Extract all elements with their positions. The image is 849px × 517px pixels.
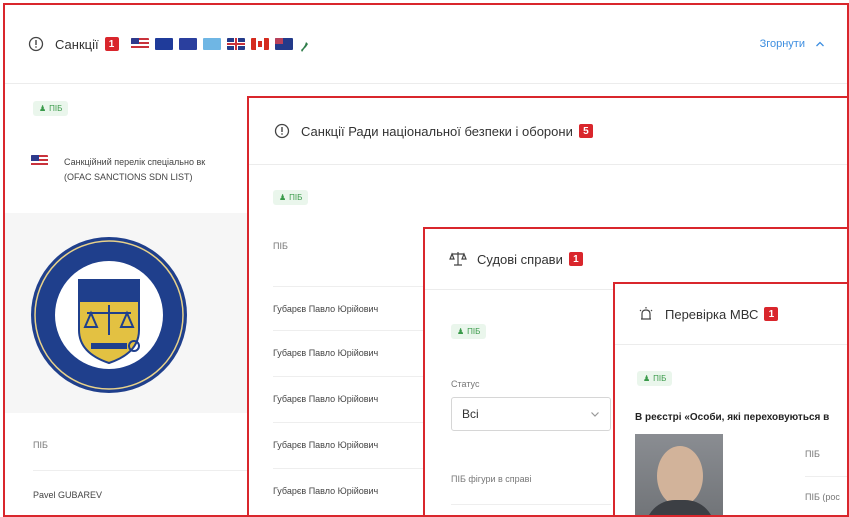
nsdc-column-label: ПІБ bbox=[273, 241, 288, 251]
sdn-field-value: Pavel GUBAREV bbox=[33, 490, 103, 500]
registry-text: В реєстрі «Особи, які переховуються в bbox=[635, 412, 830, 423]
person-photo bbox=[635, 434, 723, 515]
person-icon: ♟ bbox=[39, 104, 47, 113]
case-figure-search-label: ПІБ фігури в справі bbox=[451, 474, 532, 484]
sanctions-header: Санкції 1 Згорнути bbox=[5, 5, 847, 84]
canada-flag-icon bbox=[250, 38, 269, 50]
treasury-seal-area bbox=[5, 213, 265, 413]
nsdc-header: Санкції Ради національної безпеки і обор… bbox=[249, 98, 847, 165]
list-title-line1: Санкційний перелік спеціально вк bbox=[64, 157, 206, 167]
person-icon: ♟ bbox=[279, 193, 287, 202]
sanctions-list-item[interactable]: Санкційний перелік спеціально вк (OFAC S… bbox=[31, 155, 205, 185]
list-title-line2: (OFAC SANCTIONS SDN LIST) bbox=[64, 172, 193, 182]
uk-flag-icon bbox=[226, 38, 245, 50]
row-name: Губарєв Павло Юрійович bbox=[273, 304, 379, 314]
siren-icon bbox=[637, 305, 655, 323]
court-search-chip[interactable]: ♟ ПІБ bbox=[451, 321, 487, 339]
collapse-label: Згорнути bbox=[759, 38, 805, 50]
mvs-field1-label: ПІБ bbox=[805, 449, 820, 459]
status-select[interactable]: Всі bbox=[451, 397, 611, 431]
mvs-count-badge: 1 bbox=[764, 307, 779, 321]
row-name: Губарєв Павло Юрійович bbox=[273, 394, 379, 404]
sanctions-count-badge: 1 bbox=[104, 37, 119, 51]
chevron-down-icon bbox=[590, 409, 600, 419]
table-row[interactable]: Губарєв Павло Юрійович bbox=[273, 486, 378, 496]
collapse-button[interactable]: Згорнути bbox=[760, 38, 825, 50]
status-value: Всі bbox=[462, 407, 479, 421]
alert-circle-icon bbox=[27, 35, 45, 53]
chip-label: ПІБ bbox=[289, 193, 303, 202]
eu-flag-icon bbox=[154, 38, 173, 50]
nsdc-search-chip[interactable]: ♟ ПІБ bbox=[273, 187, 309, 205]
mvs-field2-label: ПІБ (рос bbox=[805, 492, 840, 502]
mvs-search-chip[interactable]: ♟ ПІБ bbox=[637, 368, 673, 386]
scales-icon bbox=[449, 250, 467, 268]
eu-council-flag-icon bbox=[178, 38, 197, 50]
chip-label: ПІБ bbox=[467, 327, 481, 336]
us-flag-icon bbox=[130, 38, 149, 50]
nsdc-count-badge: 5 bbox=[578, 124, 593, 138]
row-name: Губарєв Павло Юрійович bbox=[273, 486, 379, 496]
chevron-up-icon bbox=[815, 39, 825, 49]
nsdc-title: Санкції Ради національної безпеки і обор… bbox=[301, 123, 573, 139]
table-row[interactable]: Губарєв Павло Юрійович bbox=[273, 440, 378, 450]
row-name: Губарєв Павло Юрійович bbox=[273, 348, 379, 358]
un-flag-icon bbox=[202, 38, 221, 50]
court-header: Судові справи 1 bbox=[425, 229, 847, 290]
row-name: Губарєв Павло Юрійович bbox=[273, 440, 379, 450]
alert-circle-icon bbox=[273, 122, 291, 140]
chip-label: ПІБ bbox=[653, 374, 667, 383]
chip-label: ПІБ bbox=[49, 104, 63, 113]
person-icon: ♟ bbox=[457, 327, 465, 336]
sanctions-title: Санкції bbox=[55, 36, 99, 52]
court-title: Судові справи bbox=[477, 251, 563, 267]
treasury-seal-logo bbox=[31, 237, 187, 393]
sdn-field-label: ПІБ bbox=[33, 440, 48, 450]
mvs-title: Перевірка МВС bbox=[665, 306, 759, 322]
sanctions-search-chip[interactable]: ♟ ПІБ bbox=[33, 98, 69, 116]
us-flag-icon bbox=[31, 155, 48, 166]
mvs-check-panel: Перевірка МВС 1 ♟ ПІБ В реєстрі «Особи, я… bbox=[613, 282, 849, 517]
table-row[interactable]: Губарєв Павло Юрійович bbox=[273, 394, 378, 404]
japan-map-icon bbox=[300, 39, 309, 52]
status-label: Статус bbox=[451, 379, 480, 389]
australia-flag-icon bbox=[274, 38, 293, 50]
table-row[interactable]: Губарєв Павло Юрійович bbox=[273, 304, 378, 314]
mvs-header: Перевірка МВС 1 bbox=[615, 284, 847, 345]
person-icon: ♟ bbox=[643, 374, 651, 383]
court-count-badge: 1 bbox=[568, 252, 583, 266]
table-row[interactable]: Губарєв Павло Юрійович bbox=[273, 348, 378, 358]
